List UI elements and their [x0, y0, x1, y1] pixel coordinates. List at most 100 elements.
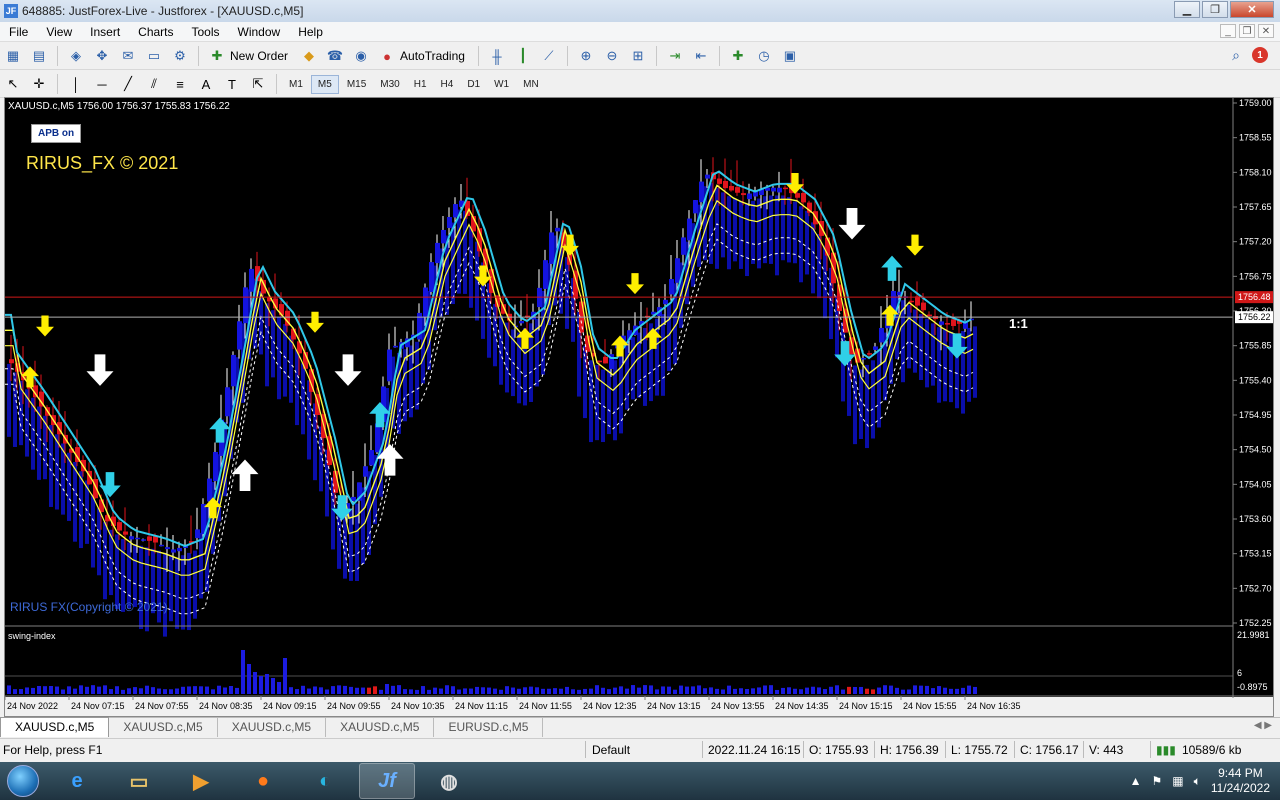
crosshair-icon[interactable]: ✛ — [28, 74, 50, 94]
mdi-restore-button[interactable]: ❐ — [1239, 24, 1255, 38]
swing-index-bar — [967, 685, 971, 694]
strategy-tester-icon[interactable]: ⚙ — [169, 46, 191, 66]
minimize-button[interactable]: ▁ — [1174, 1, 1200, 18]
internet-explorer-icon[interactable]: e — [49, 763, 105, 799]
line-chart-icon[interactable]: ⟋ — [538, 46, 560, 66]
text-icon[interactable]: A — [195, 74, 217, 94]
chart-shift-icon[interactable]: ⇤ — [690, 46, 712, 66]
candlestick-icon[interactable]: ┃ — [512, 46, 534, 66]
text-label-icon[interactable]: T — [221, 74, 243, 94]
search-icon[interactable]: ⌕ — [1232, 47, 1240, 64]
maximize-button[interactable]: ❐ — [1202, 1, 1228, 18]
apb-badge[interactable]: APB on — [31, 124, 82, 143]
timeframe-d1[interactable]: D1 — [461, 76, 486, 93]
time-tick-label: 24 Nov 14:35 — [775, 701, 829, 711]
auto-trading-button[interactable]: AutoTrading — [400, 49, 465, 63]
arrows-icon[interactable]: ⇱ — [247, 74, 269, 94]
chart-tab[interactable]: EURUSD.c,M5 — [434, 718, 544, 737]
firefox-icon[interactable]: ● — [235, 763, 291, 799]
swing-index-bar — [727, 685, 731, 694]
metaeditor-icon[interactable]: ◆ — [298, 46, 320, 66]
chart-tab[interactable]: XAUUSD.c,M5 — [0, 717, 110, 737]
histogram-bar — [805, 210, 809, 275]
swing-index-bar — [61, 689, 65, 694]
new-chart-icon[interactable]: ▦ — [2, 46, 24, 66]
terminal-icon[interactable]: ▭ — [143, 46, 165, 66]
indicators-icon[interactable]: ✚ — [727, 46, 749, 66]
notification-badge-icon[interactable]: 1 — [1252, 47, 1268, 63]
market-watch-icon[interactable]: ◈ — [65, 46, 87, 66]
chart-tab[interactable]: XAUUSD.c,M5 — [109, 718, 218, 737]
swing-index-bar — [697, 685, 701, 694]
menu-view[interactable]: View — [37, 25, 81, 39]
start-button[interactable] — [0, 762, 46, 800]
channel-icon[interactable]: ⫽ — [143, 74, 165, 94]
new-order-icon[interactable]: ✚ — [206, 46, 228, 66]
cursor-icon[interactable]: ↖ — [2, 74, 24, 94]
timeframe-m30[interactable]: M30 — [374, 76, 405, 93]
timeframe-mn[interactable]: MN — [517, 76, 545, 93]
swing-index-bar — [619, 686, 623, 694]
network-icon[interactable]: ▦ — [1172, 774, 1183, 788]
tile-windows-icon[interactable]: ⊞ — [627, 46, 649, 66]
clock[interactable]: 9:44 PM 11/24/2022 — [1211, 766, 1270, 796]
candle-body — [225, 387, 230, 417]
justforex-app-icon[interactable]: Jf — [359, 763, 415, 799]
templates-icon[interactable]: ▣ — [779, 46, 801, 66]
flag-icon[interactable]: ⚑ — [1152, 774, 1163, 788]
profiles-icon[interactable]: ▤ — [28, 46, 50, 66]
media-player-icon[interactable]: ▶ — [173, 763, 229, 799]
zoom-out-icon[interactable]: ⊖ — [601, 46, 623, 66]
menu-tools[interactable]: Tools — [183, 25, 229, 39]
status-profile[interactable]: Default — [592, 743, 630, 757]
swing-index-bar — [829, 686, 833, 694]
horizontal-line-icon[interactable]: ─ — [91, 74, 113, 94]
volume-icon[interactable]: 🔈︎ — [1194, 774, 1201, 789]
file-explorer-icon[interactable]: ▭ — [111, 763, 167, 799]
navigator-icon[interactable]: ✉ — [117, 46, 139, 66]
trendline-icon[interactable]: ╱ — [117, 74, 139, 94]
market-icon[interactable]: ◉ — [350, 46, 372, 66]
brand-label: RIRUS_FX © 2021 — [26, 153, 179, 173]
menu-help[interactable]: Help — [289, 25, 332, 39]
histogram-bar — [973, 326, 977, 398]
swing-index-bar — [961, 687, 965, 694]
timeframe-m1[interactable]: M1 — [283, 76, 309, 93]
timeframe-h1[interactable]: H1 — [408, 76, 433, 93]
timeframe-h4[interactable]: H4 — [435, 76, 460, 93]
swing-index-bar — [25, 687, 29, 694]
bar-chart-icon[interactable]: ╫ — [486, 46, 508, 66]
auto-scroll-icon[interactable]: ⇥ — [664, 46, 686, 66]
candle-body — [921, 302, 926, 311]
auto-trading-icon[interactable]: ● — [376, 46, 398, 66]
close-button[interactable]: ✕ — [1230, 1, 1274, 18]
signals-icon[interactable]: ☎ — [324, 46, 346, 66]
periods-icon[interactable]: ◷ — [753, 46, 775, 66]
zoom-in-icon[interactable]: ⊕ — [575, 46, 597, 66]
data-window-icon[interactable]: ✥ — [91, 46, 113, 66]
tab-scroll-arrows-icon[interactable]: ◀ ▶ — [1254, 720, 1272, 731]
timeframe-m15[interactable]: M15 — [341, 76, 372, 93]
chart-window[interactable]: 1759.00 1758.55 1758.10 1757.65 1757.20 1756.… — [4, 97, 1274, 717]
chart-tab[interactable]: XAUUSD.c,M5 — [218, 718, 327, 737]
swing-index-bar — [481, 687, 485, 694]
new-order-button[interactable]: New Order — [230, 49, 288, 63]
mdi-minimize-button[interactable]: _ — [1220, 24, 1236, 38]
menu-window[interactable]: Window — [229, 25, 290, 39]
time-tick-label: 24 Nov 15:55 — [903, 701, 957, 711]
price-chart[interactable]: 1759.00 1758.55 1758.10 1757.65 1757.20 1756.… — [5, 98, 1273, 716]
vertical-line-icon[interactable]: │ — [65, 74, 87, 94]
swing-index-bar — [739, 688, 743, 694]
menu-file[interactable]: File — [0, 25, 37, 39]
menu-insert[interactable]: Insert — [81, 25, 129, 39]
chart-tab[interactable]: XAUUSD.c,M5 — [326, 718, 435, 737]
fibonacci-icon[interactable]: ≡ — [169, 74, 191, 94]
edge-icon[interactable]: ◐ — [297, 763, 353, 799]
mdi-close-button[interactable]: ✕ — [1258, 24, 1274, 38]
timeframe-m5[interactable]: M5 — [310, 74, 339, 94]
menu-charts[interactable]: Charts — [129, 25, 182, 39]
paint-icon[interactable]: ◍ — [421, 763, 477, 799]
histogram-bar — [733, 198, 737, 262]
tray-expand-icon[interactable]: ▲ — [1130, 774, 1142, 788]
timeframe-w1[interactable]: W1 — [488, 76, 515, 93]
